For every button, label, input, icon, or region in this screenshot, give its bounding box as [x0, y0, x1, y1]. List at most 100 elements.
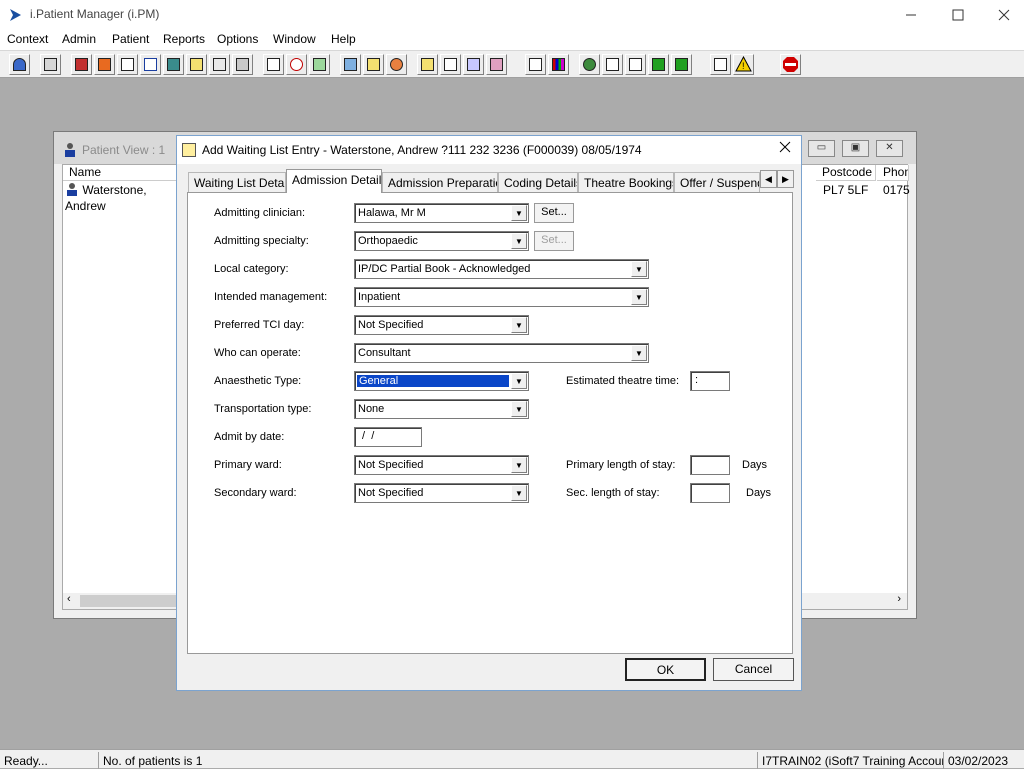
pencil-edit-icon[interactable] — [94, 54, 115, 75]
local-category-label: Local category: — [214, 263, 289, 275]
edit-list-icon[interactable] — [440, 54, 461, 75]
person-icon[interactable] — [9, 54, 30, 75]
pv-close-button[interactable]: ✕ — [876, 140, 903, 157]
warning-triangle-icon: ! — [735, 56, 752, 72]
patient-row-postcode: PL7 5LF — [823, 183, 869, 197]
estimated-theatre-time-input[interactable]: : — [690, 371, 730, 391]
clock-icon[interactable] — [286, 54, 307, 75]
add-waiting-list-dialog: Add Waiting List Entry - Waterstone, And… — [176, 135, 802, 691]
search-doc-icon[interactable] — [263, 54, 284, 75]
maximize-button[interactable] — [935, 0, 981, 30]
green-arrow-icon[interactable] — [648, 54, 669, 75]
transportation-type-select[interactable]: None ▼ — [354, 399, 529, 419]
tab-waiting-list-details[interactable]: Waiting List Details — [188, 172, 286, 192]
menu-bar: Context Admin Patient Reports Options Wi… — [0, 30, 1024, 50]
tab-theatre-bookings[interactable]: Theatre Bookings — [578, 172, 674, 192]
menu-admin[interactable]: Admin — [62, 32, 96, 46]
tab-scroll-right-icon[interactable]: ▶ — [777, 170, 794, 188]
checkbox-edit-icon[interactable] — [602, 54, 623, 75]
patient-row-phone: 0175 — [883, 183, 910, 197]
m-icon[interactable] — [140, 54, 161, 75]
close-button[interactable] — [981, 0, 1024, 30]
document-icon[interactable] — [525, 54, 546, 75]
menu-reports[interactable]: Reports — [163, 32, 205, 46]
printer-icon[interactable] — [40, 54, 61, 75]
menu-context[interactable]: Context — [7, 32, 48, 46]
tab-offer-suspend[interactable]: Offer / Suspend — [674, 172, 760, 192]
check-icon[interactable] — [625, 54, 646, 75]
scroll-left-icon[interactable]: ‹ — [67, 593, 71, 605]
book-icon[interactable] — [71, 54, 92, 75]
who-can-operate-label: Who can operate: — [214, 347, 301, 359]
intended-management-select[interactable]: Inpatient ▼ — [354, 287, 649, 307]
admitting-specialty-select[interactable]: Orthopaedic ▼ — [354, 231, 529, 251]
column-header-postcode[interactable]: Postcode — [816, 165, 876, 181]
primary-length-of-stay-input[interactable] — [690, 455, 730, 475]
admitting-clinician-set-button[interactable]: Set... — [534, 203, 574, 223]
chevron-down-icon[interactable]: ▼ — [511, 401, 527, 417]
chevron-down-icon[interactable]: ▼ — [511, 317, 527, 333]
patient-card-icon[interactable] — [163, 54, 184, 75]
chevron-down-icon[interactable]: ▼ — [631, 289, 647, 305]
primary-ward-select[interactable]: Not Specified ▼ — [354, 455, 529, 475]
transfer-icon[interactable] — [710, 54, 731, 75]
status-account: I7TRAIN02 (iSoft7 Training Account) — [757, 752, 943, 769]
chevron-down-icon[interactable]: ▼ — [511, 373, 527, 389]
tab-admission-details[interactable]: Admission Details — [286, 169, 382, 193]
ambulance-icon[interactable] — [209, 54, 230, 75]
menu-patient[interactable]: Patient — [112, 32, 149, 46]
sec-length-of-stay-input[interactable] — [690, 483, 730, 503]
dialog-title-bar: Add Waiting List Entry - Waterstone, And… — [177, 136, 801, 164]
monitor-icon[interactable] — [309, 54, 330, 75]
menu-help[interactable]: Help — [331, 32, 356, 46]
waiting-icon[interactable] — [486, 54, 507, 75]
admitting-specialty-label: Admitting specialty: — [214, 235, 309, 247]
chevron-down-icon[interactable]: ▼ — [511, 205, 527, 221]
transport-icon[interactable] — [463, 54, 484, 75]
ok-button[interactable]: OK — [625, 658, 706, 681]
referral-icon[interactable] — [340, 54, 361, 75]
approve-icon[interactable] — [671, 54, 692, 75]
admit-by-date-input[interactable]: / / — [354, 427, 422, 447]
admitting-clinician-select[interactable]: Halawa, Mr M ▼ — [354, 203, 529, 223]
chevron-down-icon[interactable]: ▼ — [511, 233, 527, 249]
estimated-theatre-time-label: Estimated theatre time: — [566, 375, 680, 387]
menu-options[interactable]: Options — [217, 32, 258, 46]
exit-icon[interactable] — [780, 54, 801, 75]
list-icon[interactable] — [117, 54, 138, 75]
chevron-down-icon[interactable]: ▼ — [631, 345, 647, 361]
column-header-phone[interactable]: Phon — [877, 165, 909, 181]
who-can-operate-select[interactable]: Consultant ▼ — [354, 343, 649, 363]
globe-icon[interactable] — [579, 54, 600, 75]
pv-minimize-button[interactable]: ▭ — [808, 140, 835, 157]
preferred-tci-day-select[interactable]: Not Specified ▼ — [354, 315, 529, 335]
menu-window[interactable]: Window — [273, 32, 316, 46]
column-header-name[interactable]: Name — [63, 165, 183, 181]
notes-icon[interactable] — [186, 54, 207, 75]
tab-coding-details[interactable]: Coding Details — [498, 172, 578, 192]
tab-scroll-left-icon[interactable]: ◀ — [760, 170, 777, 188]
chevron-down-icon[interactable]: ▼ — [631, 261, 647, 277]
anaesthetic-type-select[interactable]: General ▼ — [354, 371, 529, 391]
tab-admission-preparation[interactable]: Admission Preparation — [382, 172, 498, 192]
warning-icon[interactable]: ! — [733, 54, 754, 75]
chart-icon[interactable] — [548, 54, 569, 75]
scroll-thumb[interactable] — [80, 595, 180, 607]
dialog-close-button[interactable] — [775, 139, 795, 159]
pv-restore-button[interactable]: ▣ — [842, 140, 869, 157]
scroll-right-icon[interactable]: › — [897, 593, 901, 605]
note-icon[interactable] — [417, 54, 438, 75]
local-category-select[interactable]: IP/DC Partial Book - Acknowledged ▼ — [354, 259, 649, 279]
patient-row[interactable]: Waterstone, Andrew — [65, 182, 183, 214]
bed-icon[interactable] — [232, 54, 253, 75]
secondary-ward-value: Not Specified — [358, 487, 424, 499]
cancel-button[interactable]: Cancel — [713, 658, 794, 681]
minimize-button[interactable] — [888, 0, 934, 30]
secondary-ward-select[interactable]: Not Specified ▼ — [354, 483, 529, 503]
admitting-specialty-set-button: Set... — [534, 231, 574, 251]
chevron-down-icon[interactable]: ▼ — [511, 485, 527, 501]
transportation-type-value: None — [358, 403, 385, 415]
chevron-down-icon[interactable]: ▼ — [511, 457, 527, 473]
dial-icon[interactable] — [386, 54, 407, 75]
form-icon[interactable] — [363, 54, 384, 75]
